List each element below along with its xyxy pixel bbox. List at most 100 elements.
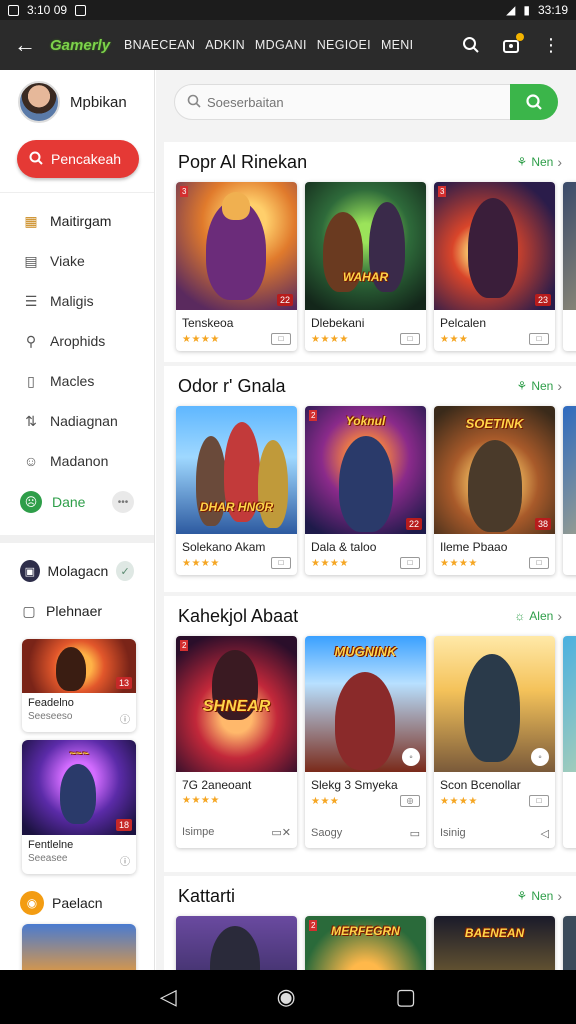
- home-circle-icon[interactable]: ◉: [276, 984, 295, 1010]
- game-art: [22, 924, 136, 970]
- more-vert-icon[interactable]: ⋮: [542, 35, 560, 56]
- swap-icon: ⇅: [25, 412, 37, 429]
- pending-label: Plehnaer: [46, 603, 103, 619]
- game-card[interactable]: BAENEAN: [434, 916, 555, 970]
- nav-tab[interactable]: ADKIN: [205, 38, 245, 52]
- sidebar-item-view[interactable]: ▤ Viake: [0, 241, 154, 281]
- smile-icon: ☹: [20, 491, 42, 513]
- see-more-link[interactable]: ⚘ Nen ›: [517, 378, 562, 394]
- search-button[interactable]: Pencakeah: [17, 140, 139, 178]
- sidebar-item-sort[interactable]: ⇅ Nadiagnan: [0, 401, 154, 441]
- mode-label: Molagacn: [47, 563, 109, 579]
- platform-tag: □: [271, 333, 291, 345]
- game-card-partial[interactable]: [563, 916, 576, 970]
- divider: [0, 192, 154, 193]
- game-card[interactable]: MUGNINK ◦ Slekg 3 Smyeka ★★★ ◎ Saogy ▭: [305, 636, 426, 848]
- chevron-right-icon: ›: [557, 378, 562, 394]
- more-horiz-icon[interactable]: •••: [112, 491, 134, 513]
- corner-badge: 3: [180, 186, 189, 197]
- signal-icon: ▮: [523, 3, 530, 17]
- status-time: 3:10 09: [27, 3, 68, 17]
- search-submit-button[interactable]: [510, 84, 558, 120]
- game-art: 3 23: [434, 182, 555, 310]
- game-card-partial[interactable]: [563, 636, 576, 848]
- search-icon: [187, 94, 201, 111]
- see-more-link[interactable]: ⚘ Nen ›: [517, 154, 562, 170]
- see-more-link[interactable]: ☼ Alen ›: [514, 608, 562, 624]
- card-subtitle: Seeseeso: [28, 711, 73, 722]
- sidebar-item-saved[interactable]: ▯ Macles: [0, 361, 154, 401]
- nav-tab[interactable]: NEGIOEI: [317, 38, 371, 52]
- platform-tag: □: [400, 333, 420, 345]
- profile-header[interactable]: Mpbikan: [0, 70, 154, 134]
- status-bar: 3:10 09 ◢ ▮ 33:19: [0, 0, 576, 20]
- promo-row[interactable]: ◉ Paelacn: [0, 888, 154, 918]
- dare-label: Dane: [52, 494, 86, 510]
- cart-icon[interactable]: [502, 33, 524, 54]
- game-title: 7G 2aneoant: [182, 778, 252, 792]
- app-logo[interactable]: Gamerly: [50, 37, 110, 54]
- section-title: Kahekjol Abaat: [178, 605, 299, 626]
- game-card[interactable]: [176, 916, 297, 970]
- chevron-right-icon: ›: [557, 888, 562, 904]
- sidebar-game-card[interactable]: 13 Feadelno Seeseeso ⓘ: [22, 639, 136, 732]
- search-bar[interactable]: [174, 84, 558, 120]
- nav-tab[interactable]: BNAECEAN: [124, 38, 195, 52]
- game-card[interactable]: ◦ Scon Bcenollar ★★★★ □ Isinig ◁: [434, 636, 555, 848]
- sidebar-item-dare[interactable]: ☹ Dane •••: [0, 481, 154, 523]
- leaf-icon[interactable]: ✓: [116, 561, 134, 581]
- game-art: 13: [22, 639, 136, 693]
- promo-icon: ◉: [20, 891, 44, 915]
- card-title: Fentlelne: [28, 839, 74, 851]
- search-icon[interactable]: [462, 36, 480, 54]
- game-art: DHAR HNOR: [176, 406, 297, 534]
- doc-icon: ☰: [24, 292, 38, 309]
- nav-tab[interactable]: MENI: [381, 38, 413, 52]
- sidebar-item-label: Macles: [50, 373, 95, 389]
- sidebar-item-docs[interactable]: ☰ Maligis: [0, 281, 154, 321]
- game-card[interactable]: 2 SHNEAR 7G 2aneoant ★★★★ Isimpe ▭✕: [176, 636, 297, 848]
- info-button[interactable]: ◦: [531, 748, 549, 766]
- pending-row[interactable]: ▢ Plehnaer: [0, 591, 154, 631]
- game-title: Dlebekani: [311, 316, 365, 330]
- see-more-link[interactable]: ⚘ Nen ›: [517, 888, 562, 904]
- back-triangle-icon[interactable]: ◁: [160, 984, 177, 1010]
- wifi-icon: ◢: [506, 3, 516, 17]
- chevron-right-icon: ›: [557, 154, 562, 170]
- mode-row[interactable]: ▣ Molagacn ✓: [0, 551, 154, 591]
- game-card-partial[interactable]: [563, 182, 576, 351]
- sidebar-game-card[interactable]: ~~~ 18 Fentlelne Seeasee ⓘ: [22, 740, 136, 874]
- platform-tag: ◎: [400, 795, 420, 807]
- game-card[interactable]: SOETINK 38 Ileme Pbaao ★★★★ □: [434, 406, 555, 575]
- game-card[interactable]: 2 MERFEGRN: [305, 916, 426, 970]
- star-rating: ★★★★: [311, 333, 349, 345]
- rating-badge: 18: [115, 819, 132, 831]
- info-button[interactable]: ◦: [402, 748, 420, 766]
- sidebar-item-messages[interactable]: ☺ Madanon: [0, 441, 154, 481]
- sidebar-item-main[interactable]: ▦ Maitirgam: [0, 201, 154, 241]
- game-art: 3 22: [176, 182, 297, 310]
- game-card[interactable]: WAHAR Dlebekani ★★★★ □: [305, 182, 426, 351]
- recents-square-icon[interactable]: ▢: [395, 984, 416, 1010]
- app-bar: ← Gamerly BNAECEAN ADKIN MDGANI NEGIOEI …: [0, 20, 576, 70]
- game-art: ◦: [434, 636, 555, 772]
- game-card[interactable]: DHAR HNOR Solekano Akam ★★★★ □: [176, 406, 297, 575]
- game-card[interactable]: 3 22 Tenskeoa ★★★★ □: [176, 182, 297, 351]
- search-input[interactable]: [207, 94, 507, 110]
- sidebar-item-search[interactable]: ⚲ Arophids: [0, 321, 154, 361]
- game-card[interactable]: 2 Yoknul 22 Dala & taloo ★★★★ □: [305, 406, 426, 575]
- sidebar-item-label: Maligis: [50, 293, 94, 309]
- rating-badge: 22: [276, 294, 293, 306]
- platform-tag: □: [529, 557, 549, 569]
- card-footer: Isimpe: [182, 826, 215, 838]
- back-arrow-icon[interactable]: ←: [0, 20, 50, 70]
- sidebar-item-label: Maitirgam: [50, 213, 112, 229]
- game-card[interactable]: 3 23 Pelcalen ★★★ □: [434, 182, 555, 351]
- rating-badge: 38: [534, 518, 551, 530]
- platform-icon: ▭✕: [271, 827, 291, 839]
- sidebar-game-card[interactable]: [22, 924, 136, 970]
- nav-tab[interactable]: MDGANI: [255, 38, 307, 52]
- sidebar-item-label: Madanon: [50, 453, 109, 469]
- avatar[interactable]: [18, 81, 60, 123]
- game-card-partial[interactable]: [563, 406, 576, 575]
